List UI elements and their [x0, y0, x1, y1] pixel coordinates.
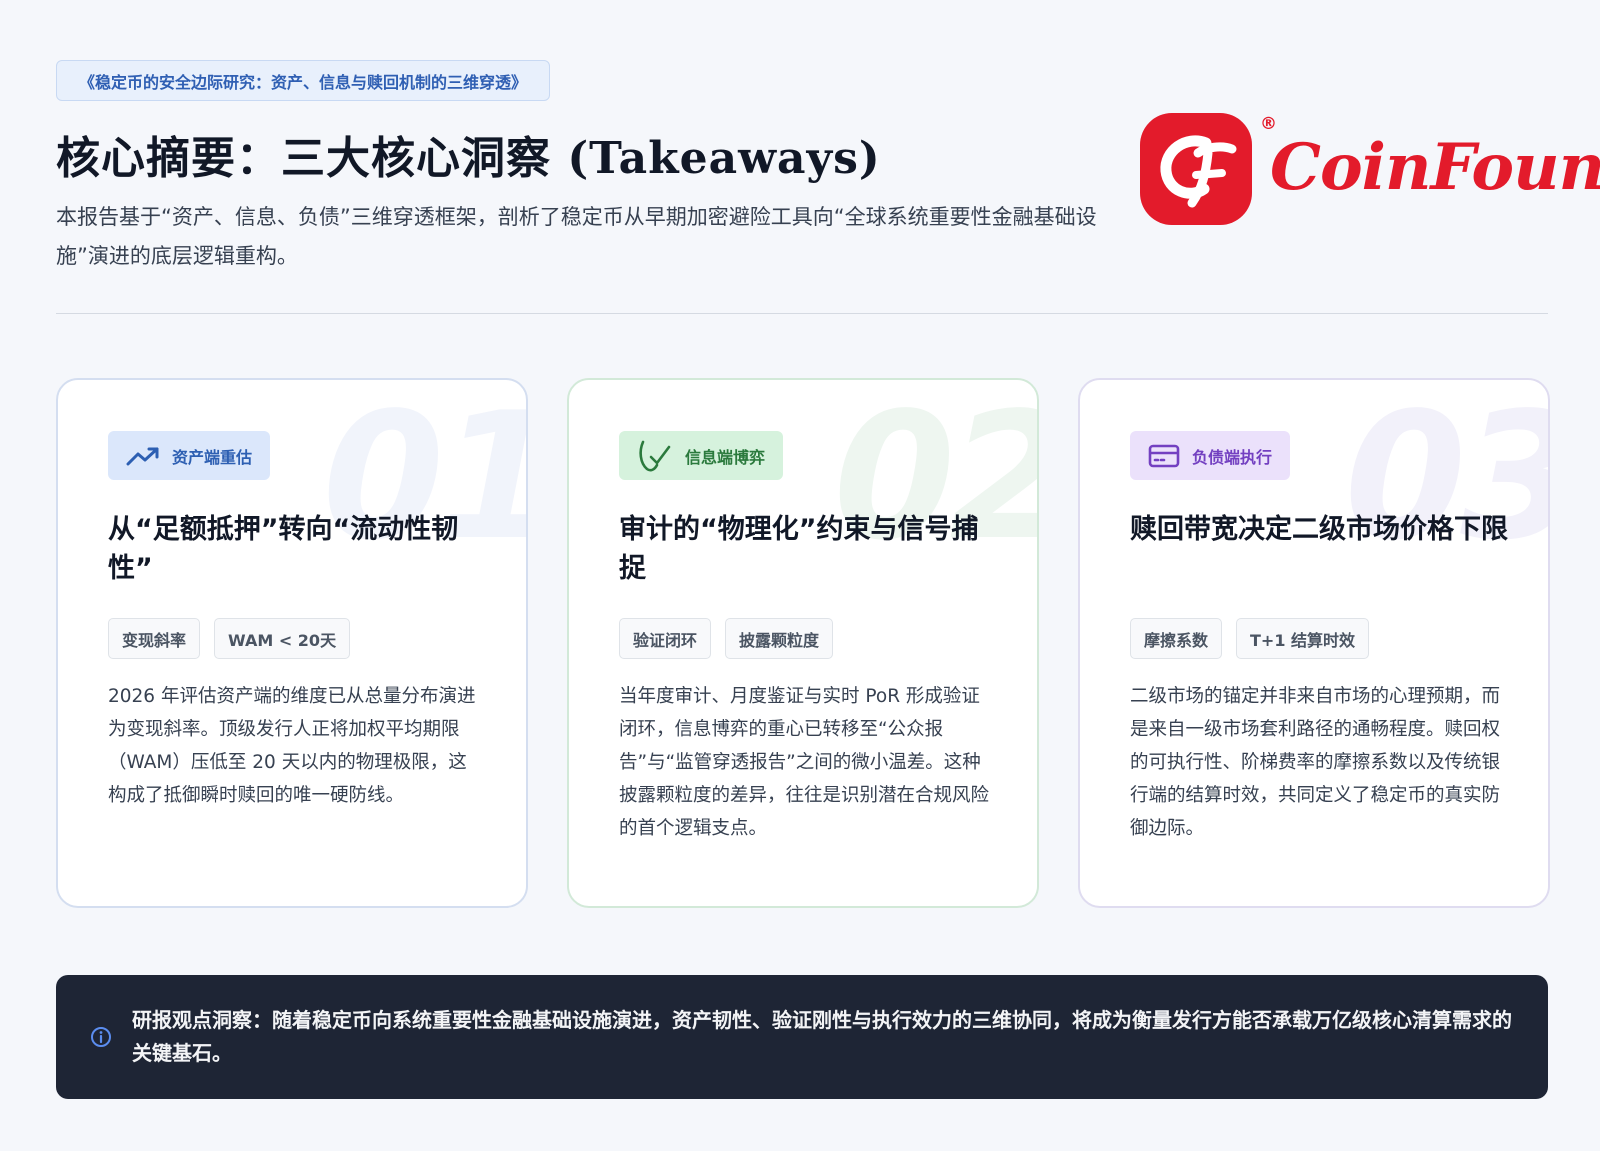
insight-card-liability: 03 负债端执行 赎回带宽决定二级市场价格下限 摩擦系数 T+1 结算时效 二级… [1078, 378, 1550, 908]
insight-banner: 研报观点洞察：随着稳定币向系统重要性金融基础设施演进，资产韧性、验证刚性与执行效… [56, 975, 1548, 1099]
signature-check-icon [637, 439, 673, 473]
chip: T+1 结算时效 [1236, 618, 1370, 659]
insight-text: 研报观点洞察：随着稳定币向系统重要性金融基础设施演进，资产韧性、验证刚性与执行效… [132, 1008, 1512, 1065]
coinfound-cf-logo-icon [1140, 113, 1252, 225]
trending-up-icon [126, 445, 160, 467]
header-divider [56, 313, 1548, 314]
card-body: 当年度审计、月度鉴证与实时 PoR 形成验证闭环，信息博弈的重心已转移至“公众报… [619, 686, 990, 839]
logo-wordmark: CoinFound [1270, 130, 1600, 205]
insight-card-asset: 01 资产端重估 从“足额抵押”转向“流动性韧性” 变现斜率 WAM < 20天… [56, 378, 528, 908]
page-title: 核心摘要：三大核心洞察 (Takeaways) [56, 133, 881, 184]
card-chips: 验证闭环 披露颗粒度 [619, 618, 834, 659]
card-chips: 摩擦系数 T+1 结算时效 [1130, 618, 1370, 659]
chip: 披露颗粒度 [725, 618, 834, 659]
card-badge: 信息端博弈 [619, 431, 784, 480]
report-tag: 《稳定币的安全边际研究：资产、信息与赎回机制的三维穿透》 [56, 60, 551, 101]
info-circle-icon [90, 1026, 112, 1048]
chip: WAM < 20天 [214, 618, 351, 659]
chip: 摩擦系数 [1130, 618, 1223, 659]
card-title: 赎回带宽决定二级市场价格下限 [1130, 514, 1508, 545]
card-title: 审计的“物理化”约束与信号捕捉 [619, 514, 979, 584]
page-subtitle: 本报告基于“资产、信息、负债”三维穿透框架，剖析了稳定币从早期加密避险工具向“全… [56, 205, 1097, 268]
card-badge-label: 信息端博弈 [685, 447, 766, 467]
card-badge: 负债端执行 [1130, 431, 1291, 480]
insight-card-information: 02 信息端博弈 审计的“物理化”约束与信号捕捉 验证闭环 披露颗粒度 当年度审… [567, 378, 1039, 908]
card-badge-label: 资产端重估 [172, 447, 253, 467]
card-badge-label: 负债端执行 [1192, 447, 1273, 467]
card-body: 二级市场的锚定并非来自市场的心理预期，而是来自一级市场套利路径的通畅程度。赎回权… [1130, 686, 1501, 839]
credit-card-icon [1148, 443, 1180, 469]
chip: 验证闭环 [619, 618, 712, 659]
card-title: 从“足额抵押”转向“流动性韧性” [108, 514, 459, 584]
card-body: 2026 年评估资产端的维度已从总量分布演进为变现斜率。顶级发行人正将加权平均期… [108, 686, 476, 806]
card-badge: 资产端重估 [108, 431, 271, 480]
coinfound-logo: ® CoinFound [1140, 110, 1600, 230]
chip: 变现斜率 [108, 618, 201, 659]
page: 《稳定币的安全边际研究：资产、信息与赎回机制的三维穿透》 核心摘要：三大核心洞察… [0, 0, 1600, 1151]
card-chips: 变现斜率 WAM < 20天 [108, 618, 351, 659]
